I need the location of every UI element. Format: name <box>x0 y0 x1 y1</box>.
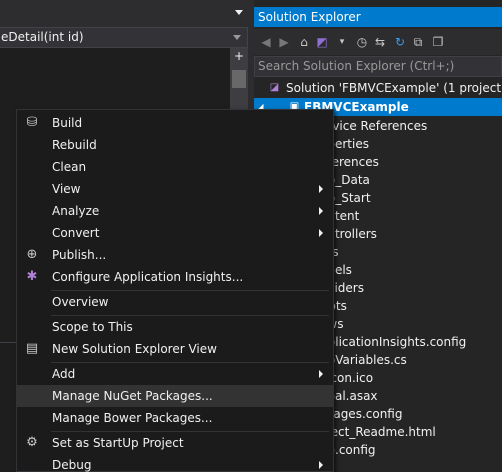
menu-item-label: Scope to This <box>52 320 133 334</box>
submenu-arrow-icon <box>319 185 323 193</box>
menu-item-label: Add <box>52 367 76 381</box>
menu-item-label: Analyze <box>52 204 100 218</box>
refresh-icon[interactable]: ↻ <box>392 34 408 50</box>
submenu-arrow-icon <box>319 461 323 469</box>
menu-item-label: Manage Bower Packages... <box>52 411 213 425</box>
editor-tab-strip <box>0 0 251 27</box>
build-icon: ⛁ <box>26 115 38 130</box>
menu-item-label: New Solution Explorer View <box>52 342 217 356</box>
menu-item-label: View <box>52 182 81 196</box>
member-navigation-combo[interactable]: eDetail(int id) <box>0 27 248 48</box>
submenu-arrow-icon <box>319 229 323 237</box>
menu-item-publish[interactable]: ⊕ Publish... <box>17 244 333 266</box>
menu-item-scope-to-this[interactable]: Scope to This <box>17 316 333 338</box>
forward-icon[interactable]: ▶ <box>276 34 292 50</box>
tree-item-solution[interactable]: ◪ Solution 'FBMVCExample' (1 project) <box>254 79 502 97</box>
menu-item-clean[interactable]: Clean <box>17 156 333 178</box>
menu-item-label: Convert <box>52 226 100 240</box>
menu-item-label: Overview <box>52 295 109 309</box>
menu-item-label: Manage NuGet Packages... <box>52 389 213 403</box>
chevron-down-icon[interactable] <box>233 35 241 40</box>
menu-item-label: Publish... <box>52 248 107 262</box>
submenu-arrow-icon <box>319 207 323 215</box>
home-icon[interactable]: ⌂ <box>296 34 312 50</box>
menu-item-set-as-startup-project[interactable]: ⚙ Set as StartUp Project <box>17 432 333 454</box>
split-window-icon[interactable]: + <box>230 48 248 64</box>
tree-item-label: pplicationInsights.config <box>320 335 467 349</box>
chevron-down-icon[interactable]: ▾ <box>334 34 350 50</box>
menu-item-label: Debug <box>52 458 92 472</box>
app-insights-icon: ✱ <box>26 269 38 284</box>
solution-explorer-search-input[interactable]: Search Solution Explorer (Ctrl+;) <box>254 56 502 77</box>
tree-item-label: oject_Readme.html <box>320 425 436 439</box>
menu-item-new-solution-explorer-view[interactable]: ▤ New Solution Explorer View <box>17 338 333 360</box>
publish-globe-icon: ⊕ <box>26 247 38 262</box>
submenu-arrow-icon <box>319 370 323 378</box>
menu-item-build[interactable]: ⛁ Build <box>17 112 333 134</box>
collapse-all-icon[interactable]: ⧉ <box>410 34 426 50</box>
menu-item-label: Build <box>52 116 83 130</box>
back-icon[interactable]: ◀ <box>258 34 274 50</box>
solution-explorer-toolbar: ◀ ▶ ⌂ ◩ ▾ ◷ ⇆ ↻ ⧉ ❐ <box>254 29 502 55</box>
menu-item-rebuild[interactable]: Rebuild <box>17 134 333 156</box>
menu-item-analyze[interactable]: Analyze <box>17 200 333 222</box>
menu-item-overview[interactable]: Overview <box>17 291 333 313</box>
member-navigation-value: eDetail(int id) <box>1 30 84 44</box>
menu-item-label: Configure Application Insights... <box>52 270 244 284</box>
solution-explorer-title[interactable]: Solution Explorer <box>254 7 502 27</box>
menu-item-label: Set as StartUp Project <box>52 436 184 450</box>
gear-icon: ⚙ <box>26 435 38 450</box>
menu-item-label: Rebuild <box>52 138 97 152</box>
tree-item-label: Solution 'FBMVCExample' (1 project) <box>286 81 502 95</box>
new-view-icon: ▤ <box>25 341 39 356</box>
scrollbar-thumb[interactable] <box>232 70 246 88</box>
menu-item-configure-app-insights[interactable]: ✱ Configure Application Insights... <box>17 266 333 288</box>
history-icon[interactable]: ◷ <box>354 34 370 50</box>
menu-item-view[interactable]: View <box>17 178 333 200</box>
menu-item-debug[interactable]: Debug <box>17 454 333 472</box>
menu-item-convert[interactable]: Convert <box>17 222 333 244</box>
solution-icon: ◪ <box>269 82 280 93</box>
menu-item-label: Clean <box>52 160 87 174</box>
pending-changes-icon[interactable]: ⇆ <box>372 34 388 50</box>
menu-item-manage-bower-packages[interactable]: Manage Bower Packages... <box>17 407 333 429</box>
tree-item-label: ervice References <box>320 119 428 133</box>
project-context-menu: ⛁ Build Rebuild Clean View Analyze Conve… <box>16 109 334 472</box>
menu-item-manage-nuget-packages[interactable]: Manage NuGet Packages... <box>17 385 333 407</box>
tab-dropdown-icon[interactable] <box>235 10 243 15</box>
vs-icon[interactable]: ◩ <box>314 34 330 50</box>
show-all-files-icon[interactable]: ❐ <box>430 34 446 50</box>
menu-item-add[interactable]: Add <box>17 363 333 385</box>
